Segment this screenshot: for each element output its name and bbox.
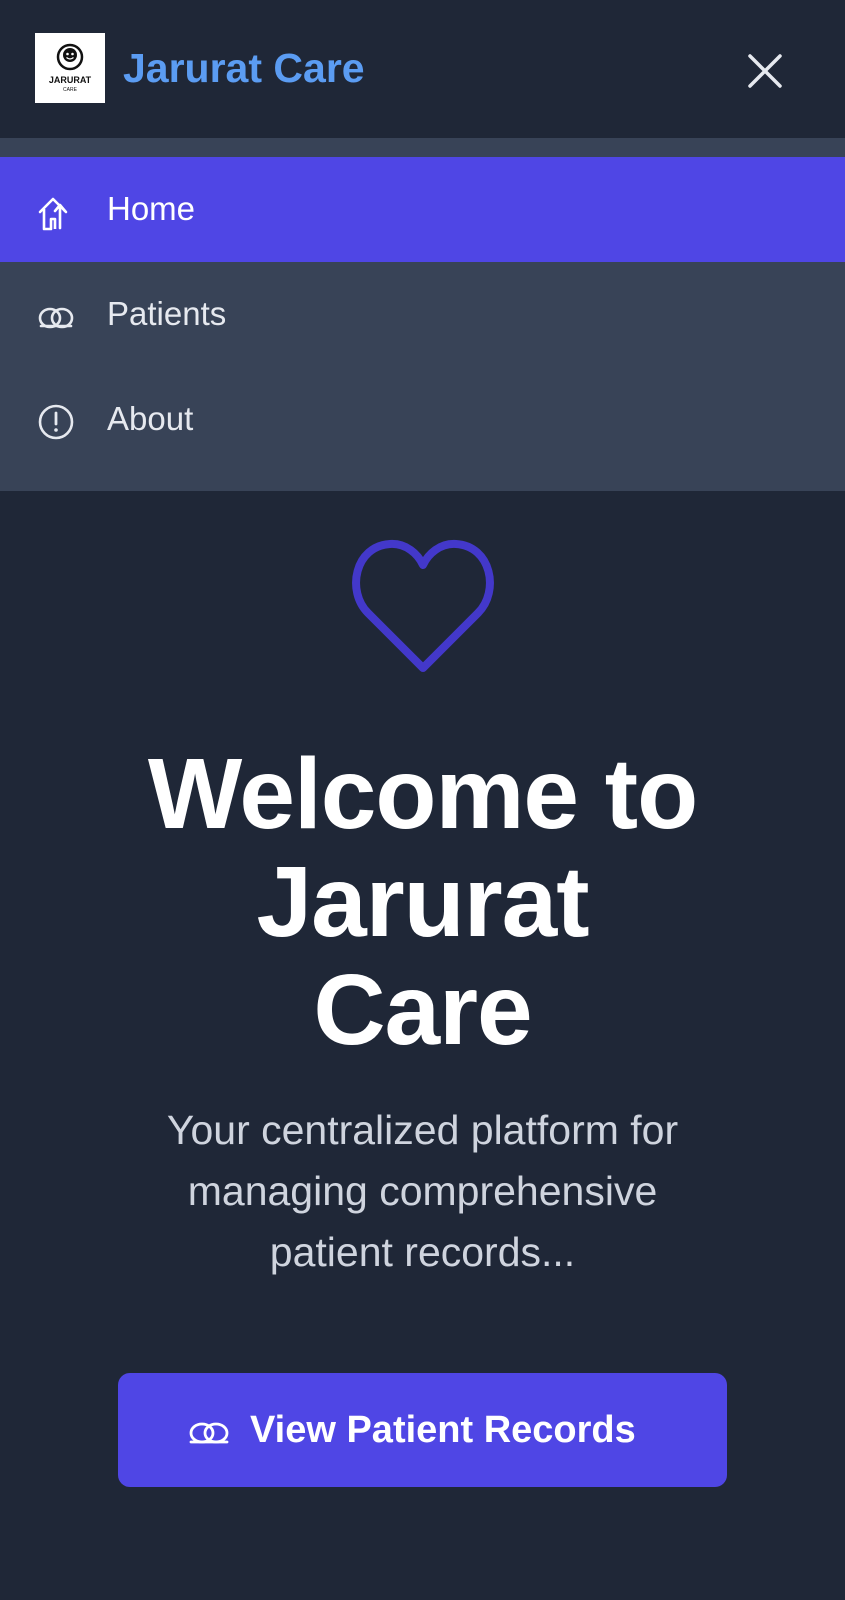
patients-icon — [38, 307, 74, 329]
hero-subtitle-line: patient records... — [269, 1229, 576, 1275]
menu-item-home[interactable]: Home — [0, 157, 845, 262]
logo[interactable]: JARURAT CARE — [35, 33, 105, 103]
menu-item-patients[interactable]: Patients — [0, 262, 845, 367]
hero-subtitle-line: Your centralized platform for — [166, 1107, 679, 1153]
menu-item-label: Home — [107, 190, 196, 227]
hero-title-line: Jarurat — [256, 846, 589, 958]
home-icon — [38, 197, 68, 231]
logo-icon: JARURAT CARE — [49, 43, 92, 93]
info-icon — [38, 404, 74, 440]
logo-text-bottom: CARE — [63, 87, 78, 93]
hero-subtitle: Your centralized platform for managing c… — [80, 1100, 765, 1283]
close-button[interactable] — [740, 46, 790, 96]
view-patient-records-button[interactable]: View Patient Records — [118, 1373, 727, 1487]
menu-item-label: Patients — [107, 295, 227, 332]
nav-menu: Home Patients About — [0, 138, 845, 491]
hero-title-line: Care — [313, 954, 532, 1066]
menu-item-about[interactable]: About — [0, 367, 845, 472]
brand-name[interactable]: Jarurat Care — [123, 40, 365, 96]
menu-item-label: About — [107, 400, 194, 437]
heart-icon — [352, 539, 494, 672]
hero-title-line: Welcome to — [147, 738, 698, 850]
hero-title: Welcome to Jarurat Care — [60, 740, 785, 1064]
app-header: JARURAT CARE Jarurat Care — [0, 0, 845, 138]
close-icon — [748, 54, 782, 88]
hero-subtitle-line: managing comprehensive — [187, 1168, 658, 1214]
logo-text-top: JARURAT — [49, 75, 92, 85]
cta-label: View Patient Records — [250, 1409, 636, 1451]
patients-icon — [189, 1422, 229, 1444]
